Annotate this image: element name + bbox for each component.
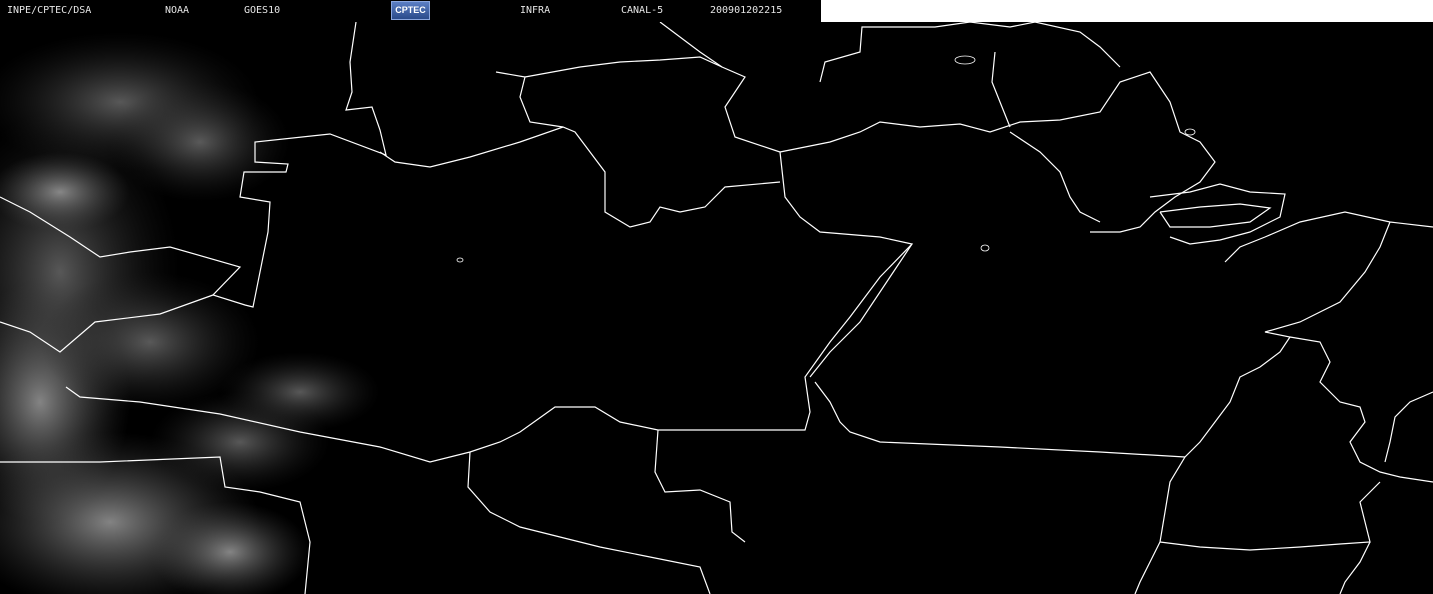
border-roraima [379, 126, 564, 168]
cloud-cover [0, 32, 380, 594]
border-delta-island [1159, 203, 1272, 228]
image-header: INPE/CPTEC/DSA NOAA GOES10 CPTEC INFRA C… [0, 0, 821, 22]
border-rondonia [654, 429, 746, 543]
header-blank-area [821, 0, 1433, 22]
timestamp-label: 200901202215 [710, 5, 783, 16]
border-para-amapa [1009, 131, 1101, 223]
small-islands [456, 55, 1196, 263]
agency-label: INPE/CPTEC/DSA [7, 5, 92, 16]
border-para-maranhao [1224, 211, 1433, 263]
border-amazon-delta [1149, 183, 1286, 245]
channel-label: CANAL-5 [621, 5, 664, 16]
border-goias [1289, 336, 1433, 483]
border-venezuela [524, 56, 723, 78]
cptec-logo-text: CPTEC [395, 5, 426, 15]
cptec-logo: CPTEC [391, 1, 430, 20]
border-bolivia-north [467, 451, 711, 594]
product-label: INFRA [520, 5, 551, 16]
satellite-map [0, 22, 1433, 594]
border-minas [1339, 541, 1371, 594]
border-mato-grosso-diagonal [809, 243, 913, 378]
satellite-label: GOES10 [244, 5, 281, 16]
border-suriname [991, 51, 1011, 128]
border-bahia [1384, 391, 1433, 463]
border-south-east [1159, 481, 1381, 551]
border-southeast-line [1134, 541, 1161, 594]
border-mato-grosso-north [814, 381, 1186, 458]
border-tocantins [1159, 221, 1391, 543]
source-label: NOAA [165, 5, 190, 16]
border-guiana-coast [819, 22, 1121, 83]
border-amazonas-north [495, 71, 781, 228]
